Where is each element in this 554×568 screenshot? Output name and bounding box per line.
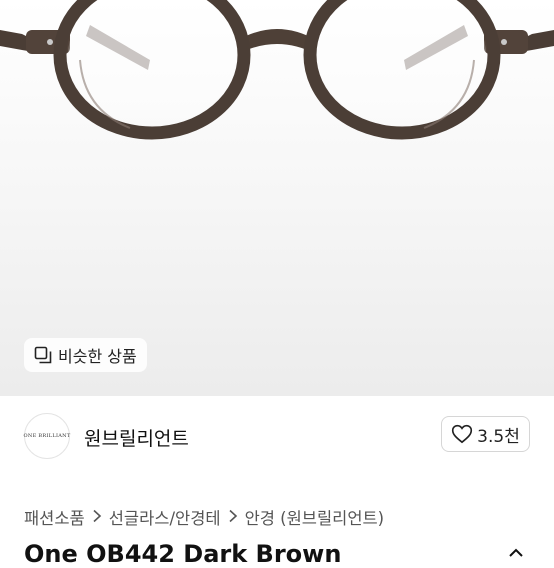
similar-items-button[interactable]: 비슷한 상품 xyxy=(24,338,147,372)
shop-avatar[interactable]: ONE BRILLIANT xyxy=(24,413,70,459)
product-title: One OB442 Dark Brown xyxy=(24,540,342,568)
chevron-right-icon xyxy=(228,508,238,527)
breadcrumb-item-current[interactable]: 안경 (원브릴리언트) xyxy=(245,505,385,529)
product-image-glasses xyxy=(0,0,554,140)
like-count: 3.5천 xyxy=(477,426,520,447)
breadcrumb: 패션소품 선글라스/안경테 안경 (원브릴리언트) xyxy=(24,505,384,529)
product-image-area[interactable]: 비슷한 상품 xyxy=(0,0,554,396)
similar-items-label: 비슷한 상품 xyxy=(58,347,137,366)
like-button[interactable]: 3.5천 xyxy=(441,416,530,452)
shop-info-row: ONE BRILLIANT 원브릴리언트 3.5천 xyxy=(0,396,554,480)
breadcrumb-item-category[interactable]: 패션소품 xyxy=(24,505,85,529)
chevron-up-icon[interactable] xyxy=(506,543,526,563)
shop-name[interactable]: 원브릴리언트 xyxy=(84,424,189,451)
chevron-right-icon xyxy=(92,508,102,527)
breadcrumb-item-subcategory[interactable]: 선글라스/안경테 xyxy=(109,505,221,529)
heart-icon xyxy=(451,424,473,444)
shop-logo-text: ONE BRILLIANT xyxy=(23,433,71,439)
similar-items-icon xyxy=(34,346,52,364)
